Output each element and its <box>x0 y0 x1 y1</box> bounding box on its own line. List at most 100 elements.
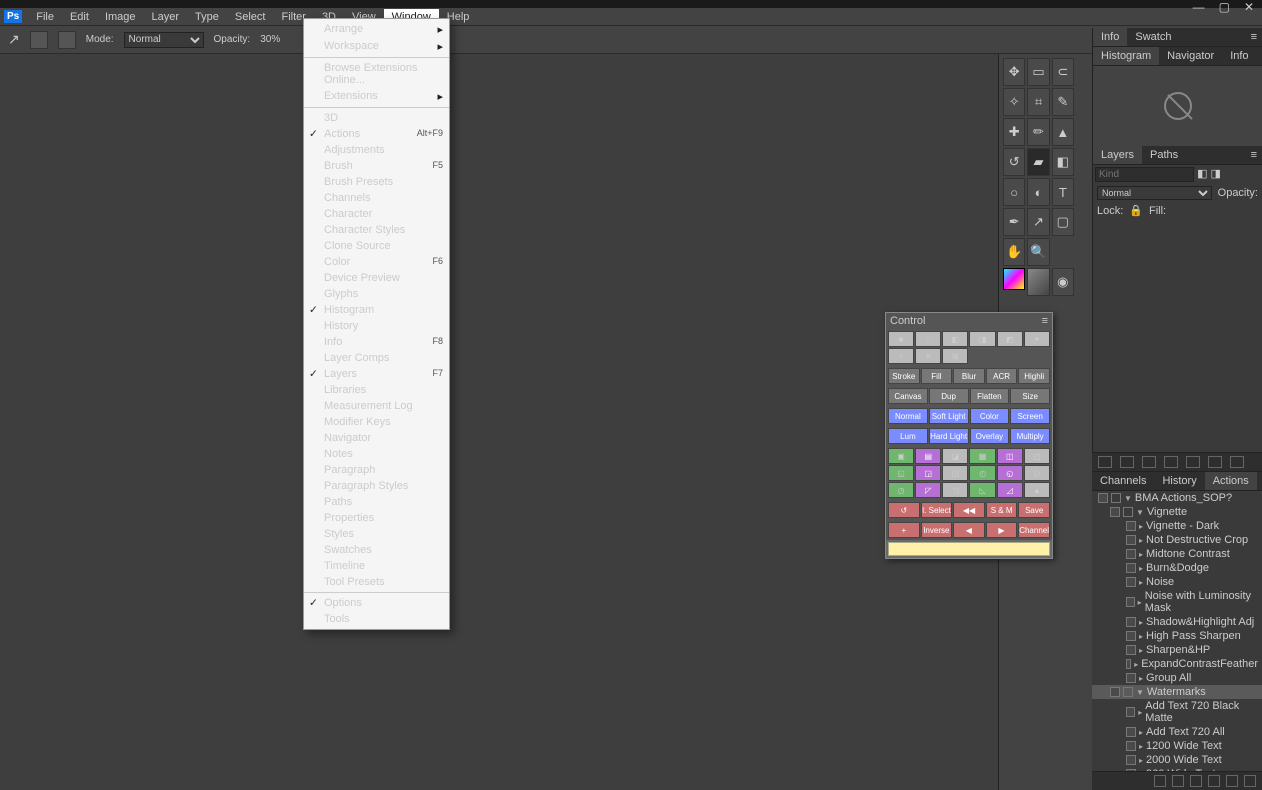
toggle-icon[interactable] <box>1123 507 1133 517</box>
visibility-icon[interactable] <box>1110 687 1120 697</box>
hand-tool-icon[interactable]: ✋ <box>1003 238 1025 266</box>
record-icon[interactable] <box>1172 775 1184 787</box>
cp-btn--[interactable]: ✕ <box>915 348 941 364</box>
visibility-icon[interactable] <box>1126 645 1136 655</box>
cp-btn--[interactable]: □ <box>915 331 941 347</box>
menuitem-character[interactable]: Character <box>304 206 449 222</box>
expand-icon[interactable]: ▸ <box>1139 550 1143 559</box>
dodge-tool-icon[interactable]: ◐ <box>1027 178 1049 206</box>
eraser-tool-icon[interactable]: ▰ <box>1027 148 1049 176</box>
cp-btn--[interactable]: + <box>888 522 920 538</box>
expand-icon[interactable]: ▸ <box>1139 578 1143 587</box>
visibility-icon[interactable] <box>1126 631 1136 641</box>
cp-btn-color[interactable]: Color <box>970 408 1010 424</box>
action-noise[interactable]: ▸Noise <box>1092 575 1262 589</box>
cp-btn-inverse[interactable]: Inverse <box>921 522 953 538</box>
action-not-destructive-crop[interactable]: ▸Not Destructive Crop <box>1092 533 1262 547</box>
menuitem-glyphs[interactable]: Glyphs <box>304 286 449 302</box>
path-tool-icon[interactable]: ↗ <box>1027 208 1049 236</box>
layer-blend-select[interactable]: Normal <box>1097 186 1212 200</box>
lock-icon[interactable]: 🔒 <box>1129 204 1143 217</box>
menuitem-swatches[interactable]: Swatches <box>304 542 449 558</box>
visibility-icon[interactable] <box>1126 521 1136 531</box>
expand-icon[interactable]: ▸ <box>1139 646 1143 655</box>
visibility-icon[interactable] <box>1126 617 1136 627</box>
cp-btn--[interactable]: ⊞ <box>942 348 968 364</box>
control-panel-title[interactable]: Control ≡ <box>886 313 1052 329</box>
cp-ic2-0[interactable]: ▣ <box>888 448 914 464</box>
tab-paths[interactable]: Paths <box>1142 146 1186 164</box>
cp-btn-normal[interactable]: Normal <box>888 408 928 424</box>
actions-menu-icon[interactable]: ≡ <box>1257 472 1262 490</box>
menuitem-workspace[interactable]: Workspace▸ <box>304 38 449 55</box>
action-high-pass-sharpen[interactable]: ▸High Pass Sharpen <box>1092 629 1262 643</box>
actions-ic2[interactable] <box>1120 456 1134 468</box>
cp-btn-dup-image[interactable]: Dup Image <box>929 388 969 404</box>
cp-btn-s-m[interactable]: S & M <box>986 502 1018 518</box>
marquee-tool-icon[interactable]: ▭ <box>1027 58 1049 86</box>
cp-btn-i-select[interactable]: I. Select <box>921 502 953 518</box>
control-close-icon[interactable]: ≡ <box>1042 315 1048 327</box>
menuitem-paragraph-styles[interactable]: Paragraph Styles <box>304 478 449 494</box>
stop-icon[interactable] <box>1154 775 1166 787</box>
minimize-button[interactable]: — <box>1193 0 1205 14</box>
menuitem-clone-source[interactable]: Clone Source <box>304 238 449 254</box>
expand-icon[interactable]: ▸ <box>1134 660 1138 669</box>
eyedropper-tool-icon[interactable]: ✎ <box>1052 88 1074 116</box>
heal-tool-icon[interactable]: ✚ <box>1003 118 1025 146</box>
visibility-icon[interactable] <box>1126 577 1136 587</box>
color-swatch-icon[interactable] <box>1003 268 1025 290</box>
cp-ic2-7[interactable]: ◲ <box>915 465 941 481</box>
cp-btn-acr[interactable]: ACR <box>986 368 1018 384</box>
toggle-icon[interactable] <box>1123 687 1133 697</box>
expand-icon[interactable]: ▸ <box>1138 598 1142 607</box>
actions-ic6[interactable] <box>1208 456 1222 468</box>
cp-btn-soft-light[interactable]: Soft Light <box>929 408 969 424</box>
menuitem-options[interactable]: Options <box>304 595 449 611</box>
menuitem-modifier-keys[interactable]: Modifier Keys <box>304 414 449 430</box>
menuitem-extensions[interactable]: Extensions▸ <box>304 88 449 105</box>
action-noise-with-luminosity-mask[interactable]: ▸Noise with Luminosity Mask <box>1092 589 1262 615</box>
cp-ic2-11[interactable]: ◶ <box>1024 465 1050 481</box>
panel-menu-icon[interactable]: ≡ <box>1246 28 1262 46</box>
cp-btn-size[interactable]: Size <box>1010 388 1050 404</box>
action-1200-wide-text[interactable]: ▸1200 Wide Text <box>1092 739 1262 753</box>
toggle-icon[interactable] <box>1111 493 1121 503</box>
expand-icon[interactable]: ▸ <box>1139 674 1143 683</box>
lasso-tool-icon[interactable]: ⊂ <box>1052 58 1074 86</box>
actions-ic3[interactable] <box>1142 456 1156 468</box>
menuitem-character-styles[interactable]: Character Styles <box>304 222 449 238</box>
cp-btn-blur[interactable]: Blur <box>953 368 985 384</box>
expand-icon[interactable]: ▸ <box>1139 632 1143 641</box>
blur-tool-icon[interactable]: ○ <box>1003 178 1025 206</box>
menuitem-paragraph[interactable]: Paragraph <box>304 462 449 478</box>
tab-layers[interactable]: Layers <box>1093 146 1142 164</box>
color-swatch2-icon[interactable] <box>1027 268 1049 296</box>
cp-btn-lum[interactable]: Lum <box>888 428 928 444</box>
cp-ic2-4[interactable]: ◫ <box>997 448 1023 464</box>
menuitem-navigator[interactable]: Navigator <box>304 430 449 446</box>
cp-btn-channel[interactable]: Channel <box>1018 522 1050 538</box>
action-add-text-720-black-matte[interactable]: ▸Add Text 720 Black Matte <box>1092 699 1262 725</box>
tool-preset-picker[interactable] <box>30 31 48 49</box>
action-sharpen-hp[interactable]: ▸Sharpen&HP <box>1092 643 1262 657</box>
expand-icon[interactable]: ▼ <box>1124 494 1132 503</box>
tab-swatch[interactable]: Swatch <box>1127 28 1179 46</box>
visibility-icon[interactable] <box>1126 597 1135 607</box>
cp-btn-stroke[interactable]: Stroke <box>888 368 920 384</box>
action-watermarks[interactable]: ▼Watermarks <box>1092 685 1262 699</box>
menuitem-device-preview[interactable]: Device Preview <box>304 270 449 286</box>
menuitem-brush[interactable]: BrushF5 <box>304 158 449 174</box>
tab-channels[interactable]: Channels <box>1092 472 1154 490</box>
expand-icon[interactable]: ▸ <box>1139 522 1143 531</box>
control-input[interactable] <box>888 542 1050 556</box>
crop-tool-icon[interactable]: ⌗ <box>1027 88 1049 116</box>
menuitem-3d[interactable]: 3D <box>304 110 449 126</box>
menuitem-channels[interactable]: Channels <box>304 190 449 206</box>
layers-menu-icon[interactable]: ≡ <box>1246 146 1262 164</box>
actions-tree[interactable]: ▼BMA Actions_SOP?▼Vignette▸Vignette - Da… <box>1092 491 1262 771</box>
menuitem-adjustments[interactable]: Adjustments <box>304 142 449 158</box>
cp-btn-canvas[interactable]: Canvas <box>888 388 928 404</box>
expand-icon[interactable]: ▸ <box>1139 756 1143 765</box>
cp-ic2-16[interactable]: ◿ <box>997 482 1023 498</box>
